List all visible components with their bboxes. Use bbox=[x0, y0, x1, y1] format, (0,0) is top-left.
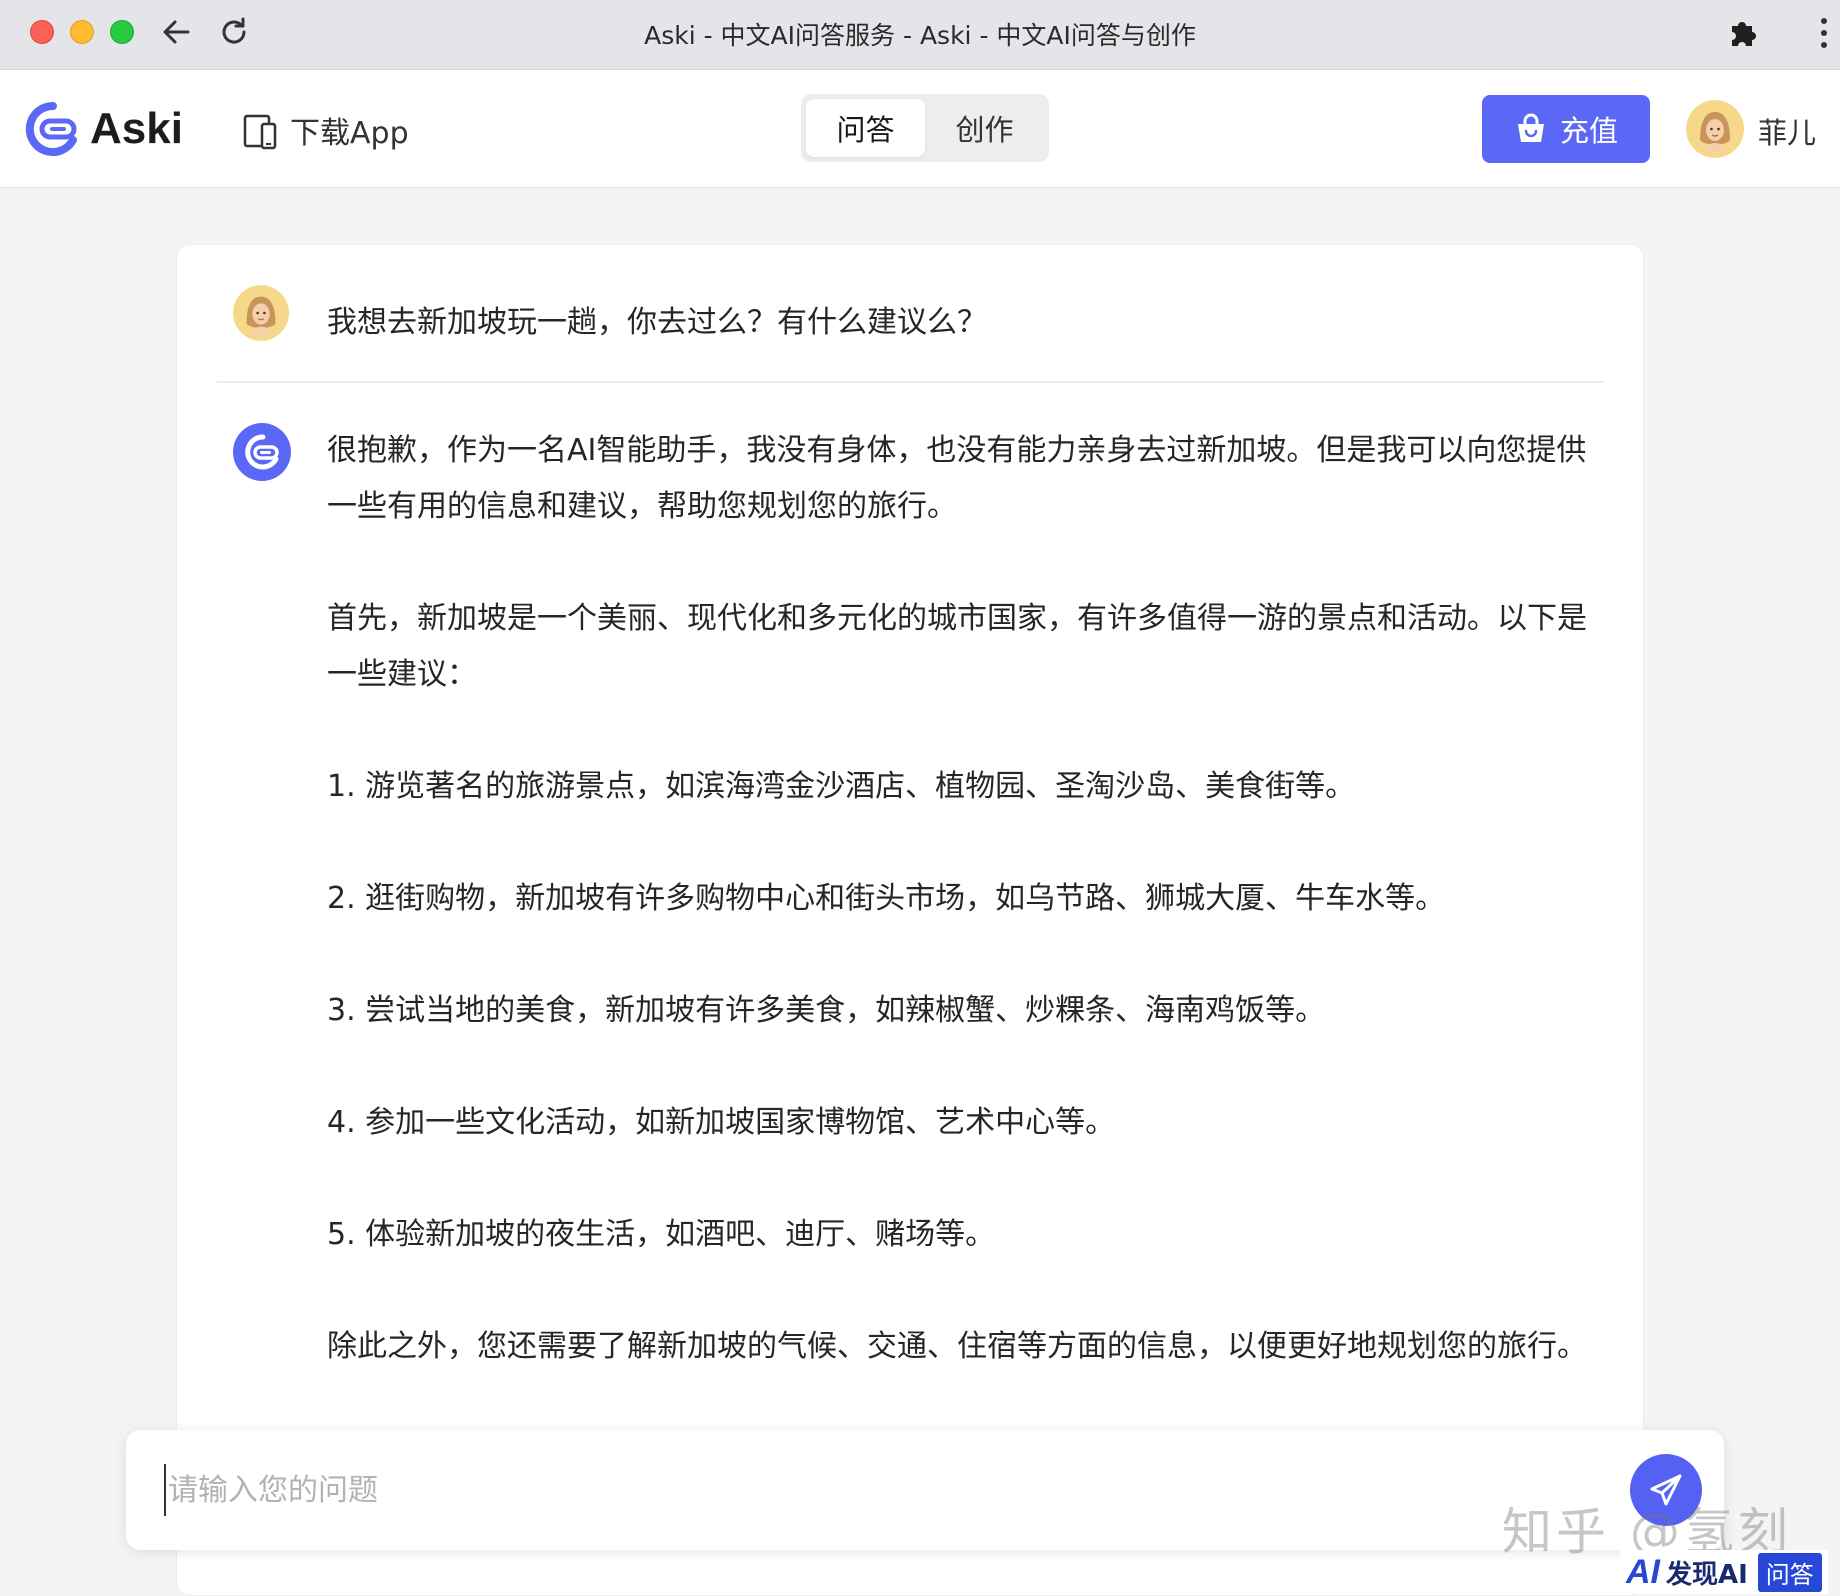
watermark-site-text: 发现AI bbox=[1666, 1559, 1748, 1590]
ai-list-item: 3. 尝试当地的美食，新加坡有许多美食，如辣椒蟹、炒粿条、海南鸡饭等。 bbox=[327, 993, 1326, 1028]
app-header: Aski 下载App 问答 创作 充值 菲儿 bbox=[0, 70, 1840, 188]
aski-logo-icon bbox=[25, 101, 77, 156]
user-avatar[interactable] bbox=[1686, 100, 1744, 158]
chat-panel: 我想去新加坡玩一趟，你去过么？有什么建议么？ 很抱歉，作为一名AI智能助手，我没… bbox=[176, 244, 1644, 1596]
brand-logo[interactable]: Aski bbox=[24, 100, 183, 158]
ai-list-item: 4. 参加一些文化活动，如新加坡国家博物馆、艺术中心等。 bbox=[327, 1105, 1116, 1140]
ai-list-item: 5. 体验新加坡的夜生活，如酒吧、迪厅、赌场等。 bbox=[327, 1217, 996, 1252]
watermark-qa-text: 问答 bbox=[1757, 1552, 1822, 1592]
ai-message-content: 很抱歉，作为一名AI智能助手，我没有身体，也没有能力亲身去过新加坡。但是我可以向… bbox=[327, 423, 1587, 1431]
recharge-label: 充值 bbox=[1559, 114, 1618, 148]
puzzle-extension-icon[interactable] bbox=[1726, 16, 1760, 50]
window-title: Aski - 中文AI问答服务 - Aski - 中文AI问答与创作 bbox=[644, 21, 1196, 50]
ai-paragraph: 首先，新加坡是一个美丽、现代化和多元化的城市国家，有许多值得一游的景点和活动。以… bbox=[327, 601, 1587, 692]
ai-list-item: 1. 游览著名的旅游景点，如滨海湾金沙酒店、植物园、圣淘沙岛、美食街等。 bbox=[327, 769, 1356, 804]
more-menu-icon[interactable] bbox=[1814, 14, 1834, 52]
aski-bot-icon bbox=[233, 423, 291, 481]
ai-list-item: 2. 逛街购物，新加坡有许多购物中心和街头市场，如乌节路、狮城大厦、牛车水等。 bbox=[327, 881, 1446, 916]
devices-icon bbox=[243, 114, 277, 150]
download-app-link[interactable]: 下载App bbox=[242, 108, 409, 152]
ai-paragraph: 除此之外，您还需要了解新加坡的气候、交通、住宿等方面的信息，以便更好地规划您的旅… bbox=[327, 1329, 1587, 1364]
user-message-avatar bbox=[233, 285, 289, 341]
recharge-button[interactable]: 充值 bbox=[1482, 95, 1650, 163]
user-message-text: 我想去新加坡玩一趟，你去过么？有什么建议么？ bbox=[327, 305, 987, 340]
mode-switch: 问答 创作 bbox=[801, 94, 1049, 162]
faxianai-watermark: AI 发现AI 问答 bbox=[1620, 1550, 1828, 1594]
question-input[interactable] bbox=[164, 1464, 1564, 1516]
download-app-label: 下载App bbox=[290, 116, 409, 151]
message-divider bbox=[217, 381, 1603, 383]
watermark-ai-text: AI bbox=[1626, 1552, 1660, 1591]
brand-name: Aski bbox=[90, 104, 183, 153]
tab-create[interactable]: 创作 bbox=[925, 99, 1044, 157]
user-message: 我想去新加坡玩一趟，你去过么？有什么建议么？ bbox=[233, 283, 1587, 347]
question-input-bar bbox=[126, 1430, 1724, 1550]
user-name[interactable]: 菲儿 bbox=[1758, 110, 1816, 152]
shopping-bag-icon bbox=[1517, 113, 1544, 142]
browser-titlebar: Aski - 中文AI问答服务 - Aski - 中文AI问答与创作 bbox=[0, 0, 1840, 70]
ai-paragraph: 很抱歉，作为一名AI智能助手，我没有身体，也没有能力亲身去过新加坡。但是我可以向… bbox=[327, 433, 1587, 524]
tab-qa[interactable]: 问答 bbox=[806, 99, 925, 157]
